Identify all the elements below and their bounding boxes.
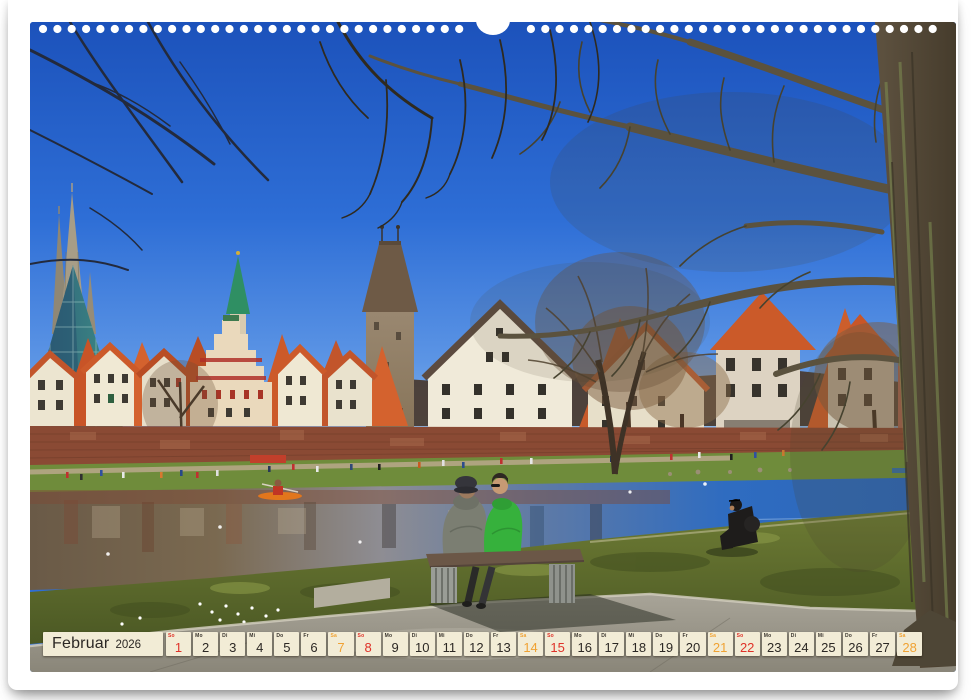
day-cell: Do 19 <box>653 632 678 656</box>
day-weekday: Mo <box>574 633 582 639</box>
day-cell: Mo 23 <box>762 632 787 656</box>
day-weekday: Mi <box>439 633 445 639</box>
day-cell: Fr 13 <box>491 632 516 656</box>
day-cell: Di 24 <box>789 632 814 656</box>
day-cell: Di 10 <box>410 632 435 656</box>
day-weekday: Do <box>466 633 473 639</box>
day-weekday: Sa <box>899 633 906 639</box>
day-number: 27 <box>870 641 895 654</box>
day-weekday: Do <box>276 633 283 639</box>
day-weekday: Di <box>412 633 417 639</box>
day-cell: Sa 28 <box>897 632 922 656</box>
day-cell: So 15 <box>545 632 570 656</box>
day-weekday: Fr <box>682 633 687 639</box>
day-weekday: Mo <box>764 633 772 639</box>
month-label: Februar <box>52 635 109 653</box>
day-number: 12 <box>464 641 489 654</box>
day-weekday: Di <box>601 633 606 639</box>
day-weekday: Do <box>845 633 852 639</box>
day-number: 26 <box>843 641 868 654</box>
day-weekday: Sa <box>520 633 527 639</box>
day-weekday: Mi <box>249 633 255 639</box>
day-cell: Mi 11 <box>437 632 462 656</box>
day-cell: So 22 <box>735 632 760 656</box>
day-weekday: So <box>358 633 365 639</box>
day-number: 9 <box>383 641 408 654</box>
day-cell: Do 5 <box>274 632 299 656</box>
day-number: 7 <box>328 641 353 654</box>
day-cell: Fr 20 <box>680 632 705 656</box>
calendar-page: Februar 2026 So 1 Mo 2 Di 3 Mi 4 Do 5 Fr… <box>8 0 958 690</box>
days-row: So 1 Mo 2 Di 3 Mi 4 Do 5 Fr 6 Sa 7 So 8 … <box>166 632 922 656</box>
day-cell: So 1 <box>166 632 191 656</box>
day-weekday: So <box>168 633 175 639</box>
day-number: 16 <box>572 641 597 654</box>
day-weekday: Mi <box>628 633 634 639</box>
day-number: 2 <box>193 641 218 654</box>
photo-scene <box>30 22 956 672</box>
day-cell: Mo 2 <box>193 632 218 656</box>
day-cell: Sa 14 <box>518 632 543 656</box>
day-number: 23 <box>762 641 787 654</box>
day-cell: Fr 6 <box>301 632 326 656</box>
day-cell: Do 26 <box>843 632 868 656</box>
day-number: 3 <box>220 641 245 654</box>
day-weekday: So <box>737 633 744 639</box>
day-cell: Sa 7 <box>328 632 353 656</box>
day-cell: Mi 25 <box>816 632 841 656</box>
day-number: 24 <box>789 641 814 654</box>
day-cell: Di 17 <box>599 632 624 656</box>
market-tent <box>250 455 286 463</box>
day-number: 13 <box>491 641 516 654</box>
day-number: 22 <box>735 641 760 654</box>
day-number: 6 <box>301 641 326 654</box>
day-cell: Mo 9 <box>383 632 408 656</box>
day-weekday: Mo <box>385 633 393 639</box>
day-number: 20 <box>680 641 705 654</box>
day-number: 8 <box>356 641 381 654</box>
day-cell: Di 3 <box>220 632 245 656</box>
calendar-strip: Februar 2026 So 1 Mo 2 Di 3 Mi 4 Do 5 Fr… <box>43 632 922 656</box>
day-cell: Do 12 <box>464 632 489 656</box>
day-number: 1 <box>166 641 191 654</box>
day-weekday: Sa <box>710 633 717 639</box>
day-number: 19 <box>653 641 678 654</box>
calendar-product-shot: Februar 2026 So 1 Mo 2 Di 3 Mi 4 Do 5 Fr… <box>0 0 971 700</box>
day-number: 10 <box>410 641 435 654</box>
day-cell: Fr 27 <box>870 632 895 656</box>
day-number: 15 <box>545 641 570 654</box>
day-number: 11 <box>437 641 462 654</box>
day-cell: Mi 4 <box>247 632 272 656</box>
day-weekday: Fr <box>493 633 498 639</box>
day-number: 28 <box>897 641 922 654</box>
day-cell: Mo 16 <box>572 632 597 656</box>
day-number: 17 <box>599 641 624 654</box>
day-weekday: Mi <box>818 633 824 639</box>
day-number: 18 <box>626 641 651 654</box>
month-box: Februar 2026 <box>43 632 163 656</box>
year-label: 2026 <box>115 637 141 651</box>
day-number: 14 <box>518 641 543 654</box>
month-photo-ulm <box>30 22 956 672</box>
day-weekday: Fr <box>303 633 308 639</box>
day-weekday: Di <box>222 633 227 639</box>
day-number: 25 <box>816 641 841 654</box>
day-weekday: Do <box>655 633 662 639</box>
day-weekday: So <box>547 633 554 639</box>
day-cell: So 8 <box>356 632 381 656</box>
day-number: 4 <box>247 641 272 654</box>
day-weekday: Mo <box>195 633 203 639</box>
day-weekday: Di <box>791 633 796 639</box>
day-weekday: Fr <box>872 633 877 639</box>
day-weekday: Sa <box>330 633 337 639</box>
day-number: 21 <box>708 641 733 654</box>
day-cell: Sa 21 <box>708 632 733 656</box>
day-cell: Mi 18 <box>626 632 651 656</box>
day-number: 5 <box>274 641 299 654</box>
